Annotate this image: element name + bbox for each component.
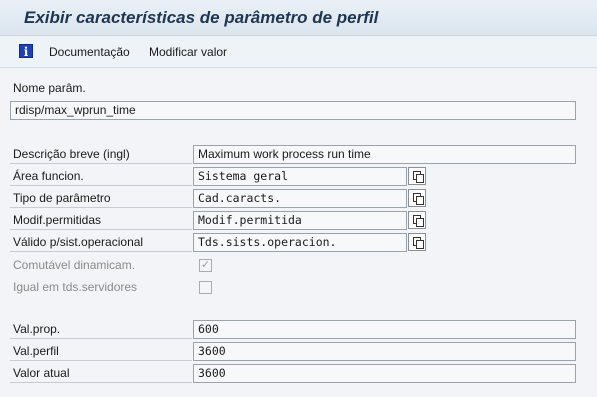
- value-help-icon[interactable]: [408, 233, 426, 251]
- param-name-field[interactable]: rdisp/max_wprun_time: [10, 101, 576, 120]
- value-help-icon[interactable]: [408, 211, 426, 229]
- dynamic-switchable-checkbox[interactable]: ✓: [199, 259, 212, 272]
- toolbar: i Documentação Modificar valor: [0, 36, 597, 68]
- current-value-label: Valor atual: [13, 366, 70, 380]
- functional-area-label: Área funcion.: [13, 169, 84, 183]
- documentation-button[interactable]: Documentação: [49, 45, 130, 59]
- same-all-servers-checkbox[interactable]: [199, 281, 212, 294]
- short-description-label: Descrição breve (ingl): [13, 147, 130, 161]
- dynamic-switchable-label: Comutável dinamicam.: [13, 258, 136, 272]
- valid-os-label: Válido p/sist.operacional: [13, 235, 144, 249]
- parameter-form: Nome parâm. rdisp/max_wprun_time Descriç…: [0, 68, 597, 397]
- modify-value-button[interactable]: Modificar valor: [149, 45, 227, 59]
- valid-os-field[interactable]: Tds.sists.operacion.: [193, 233, 407, 252]
- parameter-type-field[interactable]: Cad.caracts.: [193, 189, 407, 208]
- functional-area-field[interactable]: Sistema geral: [193, 167, 407, 186]
- proposed-value-field[interactable]: 600: [193, 320, 576, 339]
- proposed-value-label: Val.prop.: [13, 322, 61, 336]
- param-name-label: Nome parâm.: [13, 81, 86, 95]
- info-icon[interactable]: i: [19, 44, 33, 59]
- value-help-icon[interactable]: [408, 167, 426, 185]
- title-bar: Exibir características de parâmetro de p…: [0, 0, 597, 36]
- current-value-field[interactable]: 3600: [193, 364, 576, 383]
- profile-value-field[interactable]: 3600: [193, 342, 576, 361]
- short-description-field[interactable]: Maximum work process run time: [193, 145, 576, 164]
- value-help-icon[interactable]: [408, 189, 426, 207]
- allowed-changes-field[interactable]: Modif.permitida: [193, 211, 407, 230]
- page-title: Exibir características de parâmetro de p…: [24, 8, 379, 27]
- same-all-servers-label: Igual em tds.servidores: [13, 280, 138, 294]
- profile-value-label: Val.perfil: [13, 344, 59, 358]
- parameter-type-label: Tipo de parâmetro: [13, 191, 111, 205]
- allowed-changes-label: Modif.permitidas: [13, 213, 102, 227]
